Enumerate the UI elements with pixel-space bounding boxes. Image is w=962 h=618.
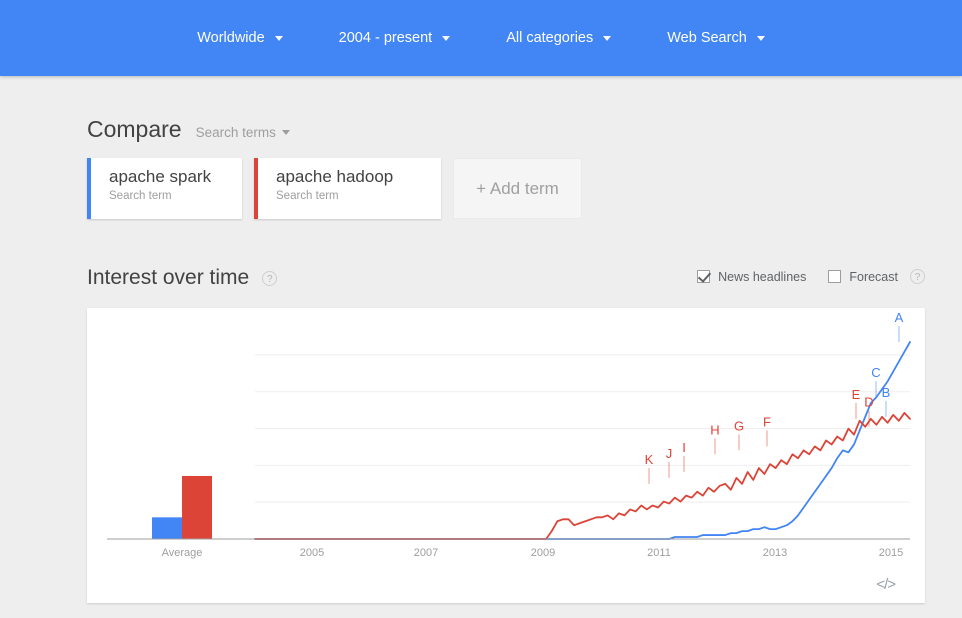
chevron-down-icon [756,35,765,41]
interest-over-time-header: Interest over time ? [87,266,278,290]
marker-label: C [871,365,880,380]
marker-label: F [763,414,771,429]
marker-label: K [645,452,654,467]
x-tick-label: Average [162,547,203,559]
chevron-down-icon [603,35,612,41]
section-title: Interest over time [87,266,250,289]
chevron-down-icon [274,35,283,41]
search-term-card-spark[interactable]: apache spark Search term [87,158,242,219]
top-filter-bar: Worldwide 2004 - present All categories … [0,0,962,76]
filter-category[interactable]: All categories [496,24,621,52]
news-headlines-checkbox[interactable] [697,270,711,283]
chart-series-lines [254,341,911,540]
news-headlines-label: News headlines [718,269,807,284]
search-term-cards: apache spark Search term apache hadoop S… [87,158,582,219]
x-tick-label: 2015 [879,547,903,559]
compare-title: Compare [87,116,182,142]
option-forecast[interactable]: Forecast [828,270,898,284]
chevron-down-icon [281,130,290,135]
term-name: apache hadoop [276,167,394,186]
compare-type-selector[interactable]: Search terms [196,125,290,140]
marker-label: D [864,395,873,410]
marker-label: J [666,446,673,461]
filter-search-type-label: Web Search [667,30,747,46]
chevron-down-icon [442,35,451,41]
filter-category-label: All categories [506,30,594,46]
average-bar [182,475,212,539]
marker-label: H [710,422,719,437]
marker-label: B [882,385,891,400]
filter-search-type[interactable]: Web Search [657,24,775,52]
option-news-headlines[interactable]: News headlines [697,270,806,284]
x-tick-label: 2011 [647,547,671,559]
series-line [254,341,911,540]
term-name: apache spark [109,167,212,186]
trends-chart[interactable]: A BCDE F GH IJK Average 2005 2007 2009 2011 2013 2… [87,308,925,603]
x-axis-tick-labels: Average 2005 2007 2009 2011 2013 2015 [162,547,904,559]
forecast-label: Forecast [849,269,898,284]
term-subtitle: Search term [109,190,172,202]
chart-options: News headlines Forecast ? [675,269,925,284]
term-subtitle: Search term [276,190,339,202]
x-tick-label: 2007 [414,547,438,559]
compare-header: Compare Search terms [87,116,290,143]
series-line [254,412,911,540]
question-mark-icon[interactable]: ? [262,270,278,286]
marker-label: I [682,440,686,455]
x-tick-label: 2009 [531,547,555,559]
compare-type-label: Search terms [195,125,276,140]
question-mark-icon[interactable]: ? [910,269,925,284]
x-tick-label: 2013 [763,547,787,559]
filter-location-label: Worldwide [197,30,265,46]
marker-label: A [895,310,904,325]
filter-time-range[interactable]: 2004 - present [329,24,461,52]
search-term-card-hadoop[interactable]: apache hadoop Search term [254,158,441,219]
news-headline-markers[interactable]: A BCDE F GH IJK [645,310,904,484]
chart-gridlines [255,354,910,503]
term-card-body: apache spark Search term [91,158,229,219]
marker-label: G [734,418,744,433]
average-bar [152,517,182,539]
filter-location[interactable]: Worldwide [187,24,292,52]
add-term-button[interactable]: + Add term [453,158,582,219]
filter-group: Worldwide 2004 - present All categories … [169,24,793,52]
interest-over-time-chart-card: A BCDE F GH IJK Average 2005 2007 2009 2011 2013 2… [87,308,925,603]
filter-time-range-label: 2004 - present [338,30,433,46]
embed-code-icon[interactable]: </> [876,576,896,593]
forecast-checkbox[interactable] [828,270,842,283]
average-bars [152,475,212,539]
x-tick-label: 2005 [300,547,324,559]
term-card-body: apache hadoop Search term [258,158,411,219]
marker-label: E [852,387,861,402]
